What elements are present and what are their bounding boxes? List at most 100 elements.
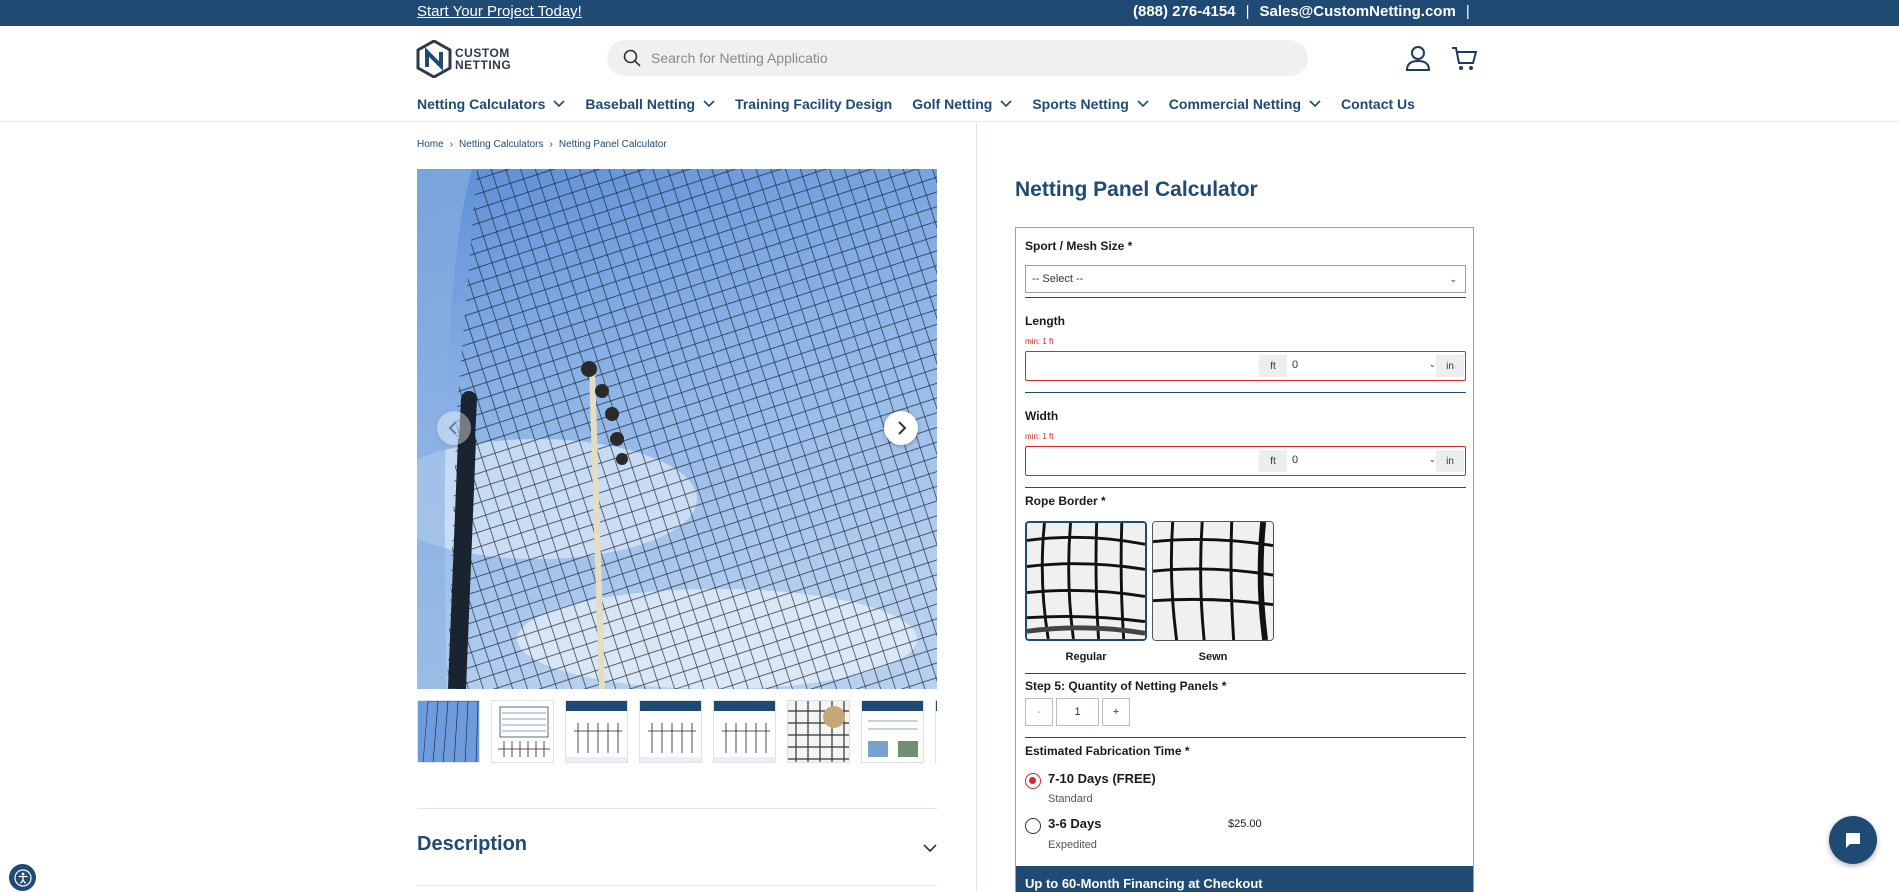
rope-option-regular[interactable] bbox=[1025, 521, 1147, 641]
nav-item-netting-calculators[interactable]: Netting Calculators bbox=[417, 96, 565, 112]
chevron-down-icon bbox=[1309, 100, 1321, 108]
chevron-right-icon: › bbox=[449, 139, 454, 150]
accessibility-button[interactable] bbox=[9, 864, 36, 891]
chevron-right-icon: › bbox=[549, 139, 553, 150]
nav-item-label: Contact Us bbox=[1341, 96, 1415, 112]
width-field: ft 0 ⌄ in bbox=[1025, 446, 1466, 476]
divider bbox=[1025, 392, 1466, 393]
nav-item-commercial-netting[interactable]: Commercial Netting bbox=[1169, 96, 1321, 112]
thumbnail[interactable] bbox=[713, 700, 776, 763]
product-main-image[interactable] bbox=[417, 169, 937, 689]
fabrication-expedited-price: $25.00 bbox=[1228, 818, 1262, 830]
nav-item-label: Golf Netting bbox=[912, 96, 993, 112]
column-divider bbox=[976, 122, 977, 892]
fabrication-standard-title: 7-10 Days (FREE) bbox=[1048, 771, 1156, 786]
regular-rope-image bbox=[1027, 523, 1145, 639]
breadcrumb: Home › Netting Calculators › Netting Pan… bbox=[417, 139, 667, 150]
divider bbox=[1025, 297, 1466, 298]
nav-item-contact-us[interactable]: Contact Us bbox=[1341, 96, 1415, 112]
length-feet-input[interactable] bbox=[1030, 356, 1256, 376]
nav-item-label: Training Facility Design bbox=[735, 96, 893, 112]
phone-link[interactable]: (888) 276-4154 bbox=[1133, 3, 1236, 20]
thumbnail[interactable] bbox=[935, 700, 937, 763]
thumbnail-strip bbox=[417, 700, 937, 764]
width-inches-select[interactable]: 0 bbox=[1292, 454, 1298, 466]
width-label: Width bbox=[1025, 409, 1059, 423]
quantity-label: Step 5: Quantity of Netting Panels * bbox=[1025, 679, 1227, 693]
next-image-button[interactable] bbox=[884, 411, 918, 445]
thumbnail[interactable] bbox=[417, 700, 480, 763]
breadcrumb-home[interactable]: Home bbox=[417, 139, 444, 150]
rope-option-sewn[interactable] bbox=[1152, 521, 1274, 641]
accessibility-icon bbox=[13, 868, 32, 887]
fabrication-expedited-radio[interactable] bbox=[1025, 818, 1041, 834]
sport-select[interactable]: -- Select -- ⌄ bbox=[1025, 265, 1466, 293]
logo-mark-icon bbox=[416, 40, 452, 78]
logo-text: CUSTOM NETTING bbox=[455, 47, 511, 71]
chevron-down-icon bbox=[553, 100, 565, 108]
chevron-down-icon bbox=[923, 844, 937, 853]
chat-icon bbox=[1846, 833, 1860, 848]
length-label: Length bbox=[1025, 314, 1065, 328]
search-icon[interactable] bbox=[623, 49, 641, 67]
nav-item-golf-netting[interactable]: Golf Netting bbox=[912, 96, 1012, 112]
sport-select-value: -- Select -- bbox=[1032, 273, 1084, 285]
chevron-left-icon bbox=[448, 421, 457, 435]
width-feet-input[interactable] bbox=[1030, 451, 1256, 471]
rope-border-label: Rope Border * bbox=[1025, 494, 1106, 508]
quantity-minus-button[interactable]: - bbox=[1025, 698, 1053, 726]
nav-item-sports-netting[interactable]: Sports Netting bbox=[1032, 96, 1149, 112]
top-announcement-bar: Start Your Project Today! (888) 276-4154… bbox=[0, 0, 1899, 26]
thumbnail[interactable] bbox=[861, 700, 924, 763]
chat-button[interactable] bbox=[1829, 816, 1877, 864]
breadcrumb-netting-calculators[interactable]: Netting Calculators bbox=[459, 139, 543, 150]
quantity-plus-button[interactable]: + bbox=[1102, 698, 1130, 726]
cart-icon[interactable] bbox=[1450, 44, 1478, 72]
width-in-unit: in bbox=[1436, 450, 1464, 472]
rope-option-regular-label: Regular bbox=[1065, 651, 1107, 663]
width-ft-unit: ft bbox=[1259, 450, 1287, 472]
netting-photo bbox=[417, 169, 937, 689]
fabrication-standard-radio[interactable] bbox=[1025, 773, 1041, 789]
user-icon[interactable] bbox=[1404, 44, 1432, 72]
separator: | bbox=[1245, 3, 1250, 20]
fabrication-standard-sub: Standard bbox=[1048, 793, 1093, 805]
description-accordion[interactable]: Description bbox=[417, 808, 937, 886]
nav-item-label: Commercial Netting bbox=[1168, 96, 1302, 112]
description-heading: Description bbox=[417, 833, 528, 855]
thumbnail[interactable] bbox=[565, 700, 628, 763]
nav-item-label: Netting Calculators bbox=[417, 96, 546, 112]
prev-image-button[interactable] bbox=[437, 411, 471, 445]
calculator-form: Sport / Mesh Size * -- Select -- ⌄ Lengt… bbox=[1015, 227, 1474, 892]
fabrication-expedited-sub: Expedited bbox=[1048, 839, 1097, 851]
site-header: CUSTOM NETTING Netting Calculators Baseba… bbox=[0, 26, 1899, 122]
sport-label: Sport / Mesh Size * bbox=[1025, 239, 1133, 253]
thumbnail[interactable] bbox=[491, 700, 554, 763]
nav-item-label: Baseball Netting bbox=[585, 96, 696, 112]
divider bbox=[1025, 487, 1466, 488]
divider bbox=[1025, 673, 1466, 674]
thumbnail[interactable] bbox=[787, 700, 850, 763]
nav-item-baseball-netting[interactable]: Baseball Netting bbox=[585, 96, 715, 112]
search-bar[interactable] bbox=[607, 40, 1308, 76]
fabrication-expedited-title: 3-6 Days bbox=[1048, 816, 1102, 831]
nav-item-training-facility-design[interactable]: Training Facility Design bbox=[735, 96, 892, 112]
length-inches-select[interactable]: 0 bbox=[1292, 359, 1298, 371]
logo-line-2: NETTING bbox=[455, 58, 512, 72]
search-input[interactable] bbox=[651, 50, 1251, 66]
thumbnail[interactable] bbox=[639, 700, 702, 763]
product-title: Netting Panel Calculator bbox=[1015, 178, 1258, 201]
fabrication-label: Estimated Fabrication Time * bbox=[1025, 744, 1190, 758]
start-project-link[interactable]: Start Your Project Today! bbox=[417, 3, 582, 20]
length-in-unit: in bbox=[1436, 355, 1464, 377]
logo[interactable]: CUSTOM NETTING bbox=[416, 39, 516, 79]
length-field: ft 0 ⌄ in bbox=[1025, 351, 1466, 381]
divider bbox=[1025, 737, 1466, 738]
nav-item-label: Sports Netting bbox=[1032, 96, 1129, 112]
length-min-note: min: 1 ft bbox=[1025, 337, 1054, 346]
length-ft-unit: ft bbox=[1259, 355, 1287, 377]
email-link[interactable]: Sales@CustomNetting.com bbox=[1259, 3, 1455, 20]
width-min-note: min: 1 ft bbox=[1025, 432, 1054, 441]
chevron-down-icon: ⌄ bbox=[1429, 455, 1436, 464]
quantity-input[interactable]: 1 bbox=[1056, 698, 1099, 726]
